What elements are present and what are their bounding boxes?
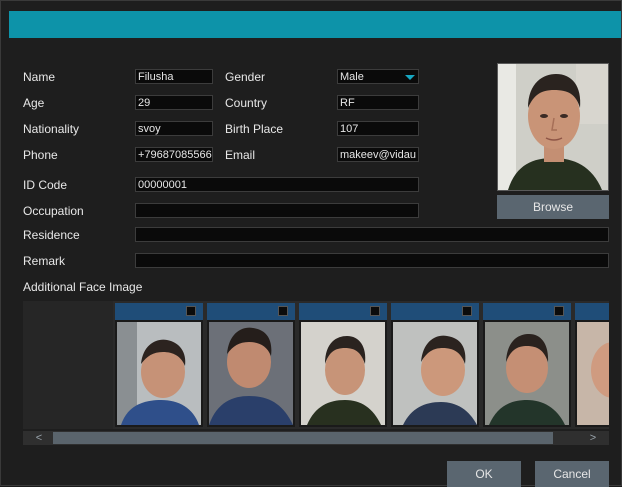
occupation-label: Occupation xyxy=(23,204,84,218)
residence-input[interactable] xyxy=(135,227,609,242)
remark-input[interactable] xyxy=(135,253,609,268)
occupation-input[interactable] xyxy=(135,203,419,218)
phone-input[interactable]: +79687085566 xyxy=(135,147,213,162)
face-photo xyxy=(497,63,609,191)
phone-label: Phone xyxy=(23,148,58,162)
email-input[interactable]: makeev@vidau xyxy=(337,147,419,162)
age-label: Age xyxy=(23,96,45,110)
thumbnail-header xyxy=(299,303,387,320)
nationality-input[interactable]: svoy xyxy=(135,121,213,136)
face-photo-image xyxy=(498,64,608,190)
idcode-input[interactable]: 00000001 xyxy=(135,177,419,192)
face-thumbnail[interactable] xyxy=(483,303,571,427)
browse-button[interactable]: Browse xyxy=(497,195,609,219)
face-thumbnail[interactable] xyxy=(575,303,609,427)
thumbnail-image xyxy=(393,322,477,425)
scroll-left-icon[interactable]: < xyxy=(29,431,49,445)
thumbnail-checkbox[interactable] xyxy=(462,306,472,316)
thumbnail-checkbox[interactable] xyxy=(278,306,288,316)
thumbnail-image xyxy=(301,322,385,425)
thumbnail-header xyxy=(207,303,295,320)
residence-label: Residence xyxy=(23,228,80,242)
thumbnail-image xyxy=(577,322,609,425)
gender-select[interactable]: Male xyxy=(337,69,419,84)
additional-face-gallery xyxy=(23,301,609,429)
face-thumbnail[interactable] xyxy=(391,303,479,427)
name-input[interactable]: Filusha xyxy=(135,69,213,84)
dialog-title-bar[interactable] xyxy=(9,11,621,38)
face-thumbnail[interactable] xyxy=(115,303,203,427)
cancel-button[interactable]: Cancel xyxy=(535,461,609,487)
country-label: Country xyxy=(225,96,268,110)
email-label: Email xyxy=(225,148,256,162)
thumbnail-image xyxy=(209,322,293,425)
thumbnail-header xyxy=(115,303,203,320)
face-thumbnail[interactable] xyxy=(299,303,387,427)
gender-label: Gender xyxy=(225,70,266,84)
gallery-scrollbar[interactable]: < > xyxy=(23,431,609,445)
thumbnail-header xyxy=(575,303,609,320)
birthplace-input[interactable]: 107 xyxy=(337,121,419,136)
idcode-label: ID Code xyxy=(23,178,68,192)
thumbnail-checkbox[interactable] xyxy=(186,306,196,316)
ok-button[interactable]: OK xyxy=(447,461,521,487)
scrollbar-thumb[interactable] xyxy=(53,432,553,444)
chevron-down-icon xyxy=(405,75,415,80)
country-input[interactable]: RF xyxy=(337,95,419,110)
thumbnail-header xyxy=(391,303,479,320)
thumbnail-image xyxy=(117,322,201,425)
gender-selected-value: Male xyxy=(340,71,364,83)
face-info-dialog: Name Filusha Gender Male Age 29 Country … xyxy=(0,0,622,487)
thumbnail-header xyxy=(483,303,571,320)
name-label: Name xyxy=(23,70,56,84)
face-thumbnail[interactable] xyxy=(207,303,295,427)
age-input[interactable]: 29 xyxy=(135,95,213,110)
thumbnail-image xyxy=(485,322,569,425)
additional-face-title: Additional Face Image xyxy=(23,280,143,294)
remark-label: Remark xyxy=(23,254,66,268)
nationality-label: Nationality xyxy=(23,122,80,136)
birthplace-label: Birth Place xyxy=(225,122,284,136)
gallery-empty-slot xyxy=(23,301,113,429)
thumbnail-checkbox[interactable] xyxy=(554,306,564,316)
thumbnail-checkbox[interactable] xyxy=(370,306,380,316)
scroll-right-icon[interactable]: > xyxy=(583,431,603,445)
